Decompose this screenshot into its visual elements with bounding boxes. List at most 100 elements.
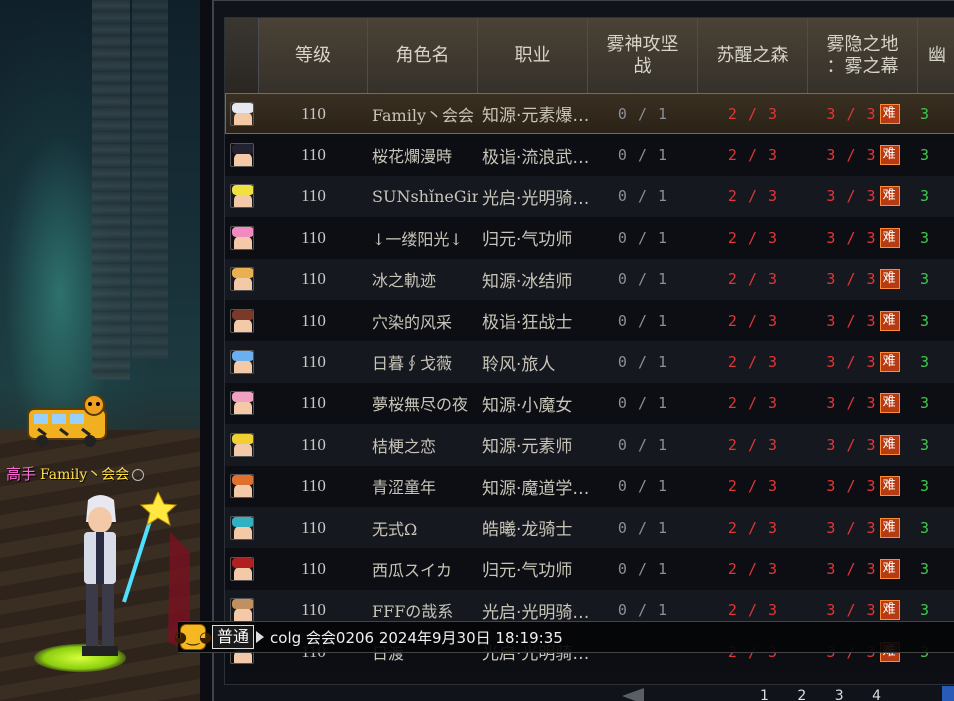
player-character[interactable] (40, 492, 190, 677)
hard-mode-badge: 难 (879, 145, 900, 166)
progress-cell-partial: 3 (920, 146, 930, 165)
progress-cell-mist-god: 0 / 1 (617, 270, 669, 289)
table-row[interactable]: 110 Family丶会会 知源·元素爆… 0 / 12 / 33 / 3难3 (225, 93, 954, 135)
progress-cell-mist-veil: 3 / 3难 (808, 186, 918, 207)
avatar-cell (225, 225, 259, 250)
game-scene: 高手 Family丶会会 (0, 0, 200, 701)
progress-cell-mist-god: 0 / 1 (617, 146, 669, 165)
table-row[interactable]: 110 冰之軌迹 知源·冰结师 0 / 12 / 33 / 3难3 (225, 258, 954, 300)
chat-channel-tag[interactable]: 普通 (212, 625, 255, 649)
progress-cell-mist-veil: 3 / 3难 (808, 269, 918, 290)
emoji-face-icon[interactable]: ◕‿◕ (174, 624, 212, 650)
table-row[interactable]: 110 SUNshǐneGir 光启·光明骑… 0 / 12 / 33 / 3难3 (225, 175, 954, 218)
class-cell: 知源·冰结师 (482, 271, 573, 292)
table-row[interactable]: 110 无式Ω 皓曦·龙骑士 0 / 12 / 33 / 3难3 (225, 506, 954, 549)
header-line: 雾神攻坚 (606, 33, 679, 55)
progress-cell-mist-god: 0 / 1 (617, 187, 669, 206)
class-cell: 光启·光明骑… (482, 602, 588, 623)
avatar-cell (225, 474, 259, 499)
header-line: 雾隐之地 (826, 33, 899, 55)
avatar-cell (225, 267, 259, 292)
next-page-button[interactable] (942, 686, 954, 701)
header-character-name[interactable]: 角色名 (368, 18, 478, 93)
progress-cell-awakening-forest: 2 / 3 (727, 601, 779, 620)
channel-arrow-icon (256, 631, 265, 643)
chat-message: colg 会会0206 2024年9月30日 18:19:35 (270, 628, 563, 647)
prev-page-arrow-icon[interactable] (622, 688, 644, 701)
player-name: Family丶会会 (40, 467, 130, 483)
level-cell: 110 (301, 227, 326, 247)
level-cell: 110 (301, 310, 326, 330)
progress-cell-awakening-forest: 2 / 3 (727, 270, 779, 289)
header-class[interactable]: 职业 (478, 18, 588, 93)
progress-cell-partial: 3 (920, 518, 930, 537)
page-numbers[interactable]: 1 2 3 4 (760, 688, 893, 701)
character-avatar-icon (230, 598, 254, 623)
name-cell: 西瓜スイカ (372, 560, 453, 580)
progress-value: 3 / 3 (826, 146, 877, 165)
progress-cell-mist-veil: 3 / 3难 (808, 558, 918, 579)
progress-cell-awakening-forest: 2 / 3 (727, 477, 779, 496)
progress-cell-mist-veil: 3 / 3难 (808, 352, 918, 373)
level-cell: 110 (301, 103, 326, 123)
progress-cell-mist-god: 0 / 1 (617, 104, 669, 123)
progress-cell-partial: 3 (920, 394, 930, 413)
progress-cell-awakening-forest: 2 / 3 (727, 311, 779, 330)
progress-cell-awakening-forest: 2 / 3 (727, 435, 779, 454)
progress-value: 3 / 3 (826, 518, 877, 537)
player-nameplate[interactable]: 高手 Family丶会会 (6, 463, 145, 484)
hard-mode-badge: 难 (879, 558, 900, 579)
class-cell: 光启·光明骑… (482, 188, 588, 209)
name-cell: 穴染的风采 (372, 312, 453, 332)
character-avatar-icon (230, 391, 254, 416)
avatar-cell (225, 432, 259, 457)
character-avatar-icon (230, 225, 254, 250)
class-cell: 归元·气功师 (482, 230, 573, 251)
party-progress-panel: 等级 角色名 职业 雾神攻坚战 苏醒之森 雾隐之地 ：雾之幕 幽 110 Famil… (212, 0, 954, 701)
table-row[interactable]: 110 青涩童年 知源·魔道学… 0 / 12 / 33 / 3难3 (225, 465, 954, 507)
progress-cell-awakening-forest: 2 / 3 (727, 353, 779, 372)
header-dungeon-awakening-forest[interactable]: 苏醒之森 (698, 18, 808, 93)
header-level[interactable]: 等级 (259, 18, 368, 93)
class-cell: 极诣·流浪武… (482, 147, 588, 168)
avatar-cell (225, 101, 259, 126)
character-avatar-icon (230, 308, 254, 333)
name-cell: 桔梗之恋 (372, 436, 437, 456)
level-cell: 110 (301, 558, 326, 578)
progress-cell-awakening-forest: 2 / 3 (727, 187, 779, 206)
avatar-cell (225, 184, 259, 209)
table-row[interactable]: 110 桜花爛漫時 极诣·流浪武… 0 / 12 / 33 / 3难3 (225, 134, 954, 176)
progress-cell-mist-veil: 3 / 3难 (808, 310, 918, 331)
progress-cell-awakening-forest: 2 / 3 (727, 559, 779, 578)
guild-emblem-icon (132, 468, 145, 481)
table-row[interactable]: 110 西瓜スイカ 归元·气功师 0 / 12 / 33 / 3难3 (225, 548, 954, 590)
player-title-label: 高手 (6, 465, 37, 483)
table-row[interactable]: 110 穴染的风采 极诣·狂战士 0 / 12 / 33 / 3难3 (225, 299, 954, 342)
level-cell: 110 (301, 600, 326, 620)
table-row[interactable]: 110 日暮∮戈薇 聆风·旅人 0 / 12 / 33 / 3难3 (225, 341, 954, 383)
name-cell: 冰之軌迹 (372, 271, 437, 291)
character-avatar-icon (230, 556, 254, 581)
header-dungeon-partial[interactable]: 幽 (918, 18, 954, 93)
character-avatar-icon (230, 515, 254, 540)
progress-cell-partial: 3 (920, 270, 930, 289)
name-cell: 无式Ω (372, 519, 418, 539)
header-dungeon-mist-god[interactable]: 雾神攻坚战 (588, 18, 698, 93)
table-row[interactable]: 110 夢桜無尽の夜 知源·小魔女 0 / 12 / 33 / 3难3 (225, 382, 954, 425)
header-line: ：雾之幕 (826, 55, 899, 77)
header-dungeon-mist-veil[interactable]: 雾隐之地 ：雾之幕 (808, 18, 918, 93)
class-cell: 知源·元素师 (482, 437, 573, 458)
hard-mode-badge: 难 (879, 352, 900, 373)
progress-cell-mist-god: 0 / 1 (617, 518, 669, 537)
avatar-cell (225, 143, 259, 168)
progress-cell-partial: 3 (920, 435, 930, 454)
table-row[interactable]: 110 ↓一缕阳光↓ 归元·气功师 0 / 12 / 33 / 3难3 (225, 217, 954, 259)
table-row[interactable]: 110 桔梗之恋 知源·元素师 0 / 12 / 33 / 3难3 (225, 424, 954, 466)
character-avatar-icon (230, 143, 254, 168)
avatar-cell (225, 598, 259, 623)
progress-cell-mist-god: 0 / 1 (617, 559, 669, 578)
level-cell: 110 (301, 434, 326, 454)
progress-cell-mist-veil: 3 / 3难 (808, 227, 918, 248)
name-cell: 青涩童年 (372, 478, 437, 498)
chat-bar[interactable]: ◕‿◕ 普通 colg 会会0206 2024年9月30日 18:19:35 (174, 621, 954, 653)
